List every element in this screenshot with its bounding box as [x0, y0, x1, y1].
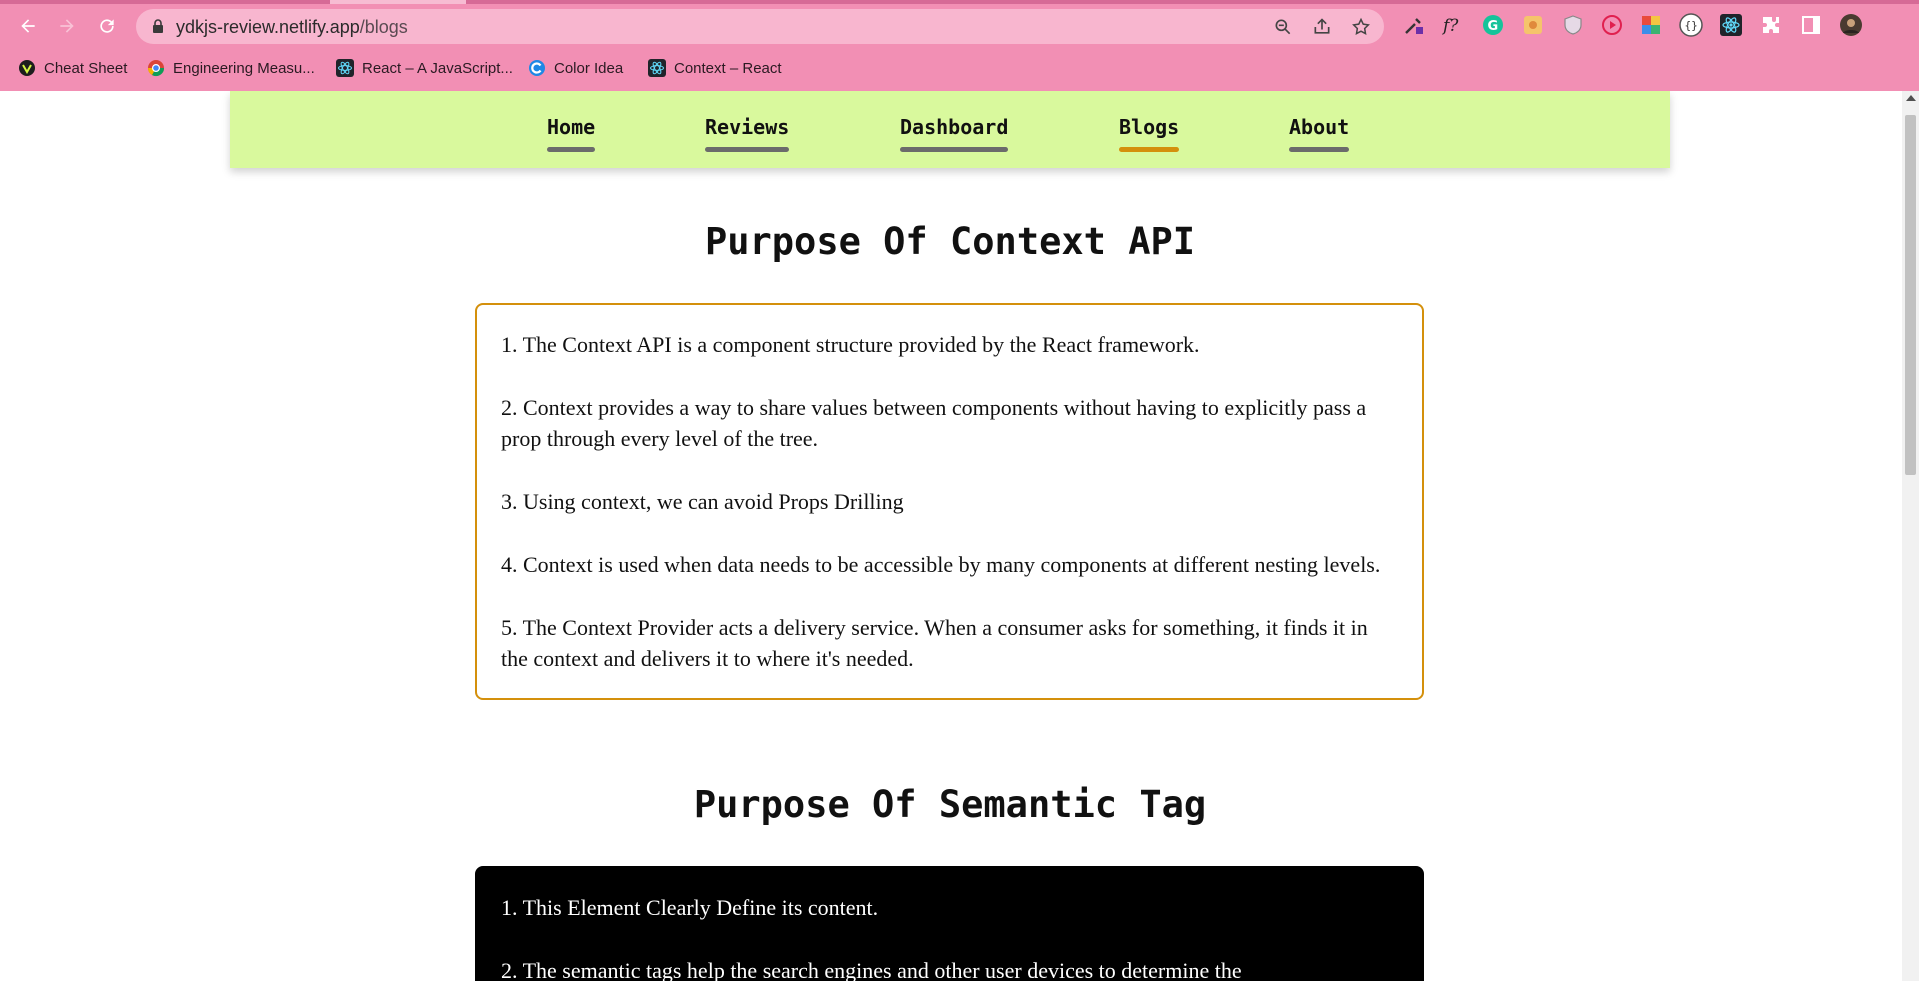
- nav-active-underline: [1119, 147, 1180, 152]
- braces-icon: {}: [1679, 13, 1703, 37]
- cheat-sheet-favicon-icon: [18, 59, 36, 77]
- active-tab-indicator[interactable]: [330, 0, 466, 4]
- puzzle-icon: [1763, 17, 1779, 33]
- svg-text:f?: f?: [1441, 16, 1459, 36]
- bookmark-label: Color Idea: [554, 59, 624, 77]
- bookmark-star-button[interactable]: [1350, 16, 1372, 38]
- nav-dashboard-label: Dashboard: [900, 115, 1009, 139]
- react-icon: [1720, 14, 1742, 36]
- nav-underline: [705, 147, 790, 152]
- nav-underline: [1289, 147, 1350, 152]
- grammarly-extension[interactable]: G: [1480, 12, 1506, 38]
- nav-dashboard-link[interactable]: Dashboard: [900, 115, 1009, 152]
- bookmark-label: Cheat Sheet: [44, 59, 128, 77]
- font-question-icon: f?: [1441, 16, 1459, 36]
- tab-strip: [0, 0, 1919, 4]
- eyedropper-extension[interactable]: [1401, 12, 1427, 38]
- url-path: /blogs: [359, 17, 408, 37]
- bookmark-label: Engineering Measu...: [173, 59, 315, 77]
- semantic-tag-title: Purpose Of Semantic Tag: [693, 783, 1207, 826]
- nav-about-label: About: [1289, 115, 1350, 139]
- nav-reviews-label: Reviews: [705, 115, 790, 139]
- bookmarks-bar: Cheat Sheet Engineering Measu... React –…: [0, 52, 1919, 82]
- context-api-point: 1. The Context API is a component struct…: [501, 332, 1200, 357]
- nav-blogs-label: Blogs: [1119, 115, 1180, 139]
- color-extension[interactable]: [1520, 12, 1546, 38]
- share-icon: [1314, 18, 1330, 34]
- svg-text:{}: {}: [1685, 19, 1698, 32]
- context-api-card: 1. The Context API is a component struct…: [475, 303, 1424, 700]
- video-extension[interactable]: [1599, 12, 1625, 38]
- semantic-tag-card: 1. This Element Clearly Define its conte…: [475, 866, 1424, 981]
- bookmark-react-js[interactable]: React – A JavaScript...: [336, 55, 513, 81]
- semantic-tag-point: 2. The semantic tags help the search eng…: [501, 958, 1242, 981]
- avatar-icon: [1840, 14, 1862, 36]
- browser-chrome: ydkjs-review.netlify.app/blogs f? G {} C…: [0, 0, 1919, 91]
- address-bar[interactable]: ydkjs-review.netlify.app/blogs: [136, 9, 1384, 44]
- back-button[interactable]: [14, 12, 42, 40]
- nav-underline: [547, 147, 596, 152]
- nav-reviews-link[interactable]: Reviews: [705, 115, 790, 152]
- scrollbar-thumb[interactable]: [1905, 115, 1916, 475]
- url-host: ydkjs-review.netlify.app: [176, 17, 360, 37]
- context-api-point: 4. Context is used when data needs to be…: [501, 552, 1381, 577]
- shield-extension[interactable]: [1560, 12, 1586, 38]
- forward-button[interactable]: [53, 12, 81, 40]
- reload-button[interactable]: [93, 12, 121, 40]
- context-api-point: 5. The Context Provider acts a delivery …: [501, 615, 1368, 671]
- star-icon: [1352, 17, 1370, 35]
- react-devtools-extension[interactable]: [1718, 12, 1744, 38]
- nav-home-link[interactable]: Home: [547, 115, 596, 152]
- bookmark-label: React – A JavaScript...: [362, 59, 513, 77]
- nav-blogs-link[interactable]: Blogs: [1119, 115, 1180, 152]
- chrome-favicon-icon: [147, 59, 165, 77]
- multicolor-extension[interactable]: [1638, 12, 1664, 38]
- back-arrow-icon: [21, 19, 35, 33]
- zoom-out-icon: [1275, 19, 1291, 35]
- context-api-point: 2. Context provides a way to share value…: [501, 395, 1367, 451]
- share-button[interactable]: [1311, 16, 1333, 38]
- shield-icon: [1564, 15, 1582, 35]
- reload-icon: [100, 19, 114, 33]
- palette-icon: [1524, 16, 1542, 34]
- scroll-up-arrow-icon[interactable]: [1906, 95, 1916, 101]
- context-api-title: Purpose Of Context API: [704, 220, 1196, 263]
- bookmark-cheat-sheet[interactable]: Cheat Sheet: [18, 55, 127, 81]
- color-grid-icon: [1642, 16, 1660, 34]
- semantic-tag-point: 1. This Element Clearly Define its conte…: [501, 895, 879, 920]
- font-extension[interactable]: f?: [1440, 12, 1466, 38]
- zoom-button[interactable]: [1272, 16, 1294, 38]
- react-favicon-icon: [336, 59, 354, 77]
- context-api-point: 3. Using context, we can avoid Props Dri…: [501, 489, 904, 514]
- play-circle-icon: [1602, 15, 1622, 35]
- lock-icon: [153, 19, 163, 33]
- nav-home-label: Home: [547, 115, 596, 139]
- json-extension[interactable]: {}: [1678, 12, 1704, 38]
- nav-underline: [900, 147, 1009, 152]
- bookmark-context-react[interactable]: Context – React: [648, 55, 782, 81]
- forward-arrow-icon: [60, 19, 74, 33]
- page-scrollbar[interactable]: [1902, 91, 1919, 981]
- side-panel-button[interactable]: [1798, 12, 1824, 38]
- grammarly-icon: G: [1483, 15, 1503, 35]
- site-navbar: Home Reviews Dashboard Blogs About: [230, 91, 1670, 168]
- bookmark-color-idea[interactable]: Color Idea: [528, 55, 623, 81]
- profile-avatar[interactable]: [1838, 12, 1864, 38]
- color-idea-favicon-icon: [528, 59, 546, 77]
- url-text: ydkjs-review.netlify.app/blogs: [176, 17, 408, 38]
- side-panel-icon: [1802, 16, 1820, 34]
- nav-about-link[interactable]: About: [1289, 115, 1350, 152]
- bookmark-label: Context – React: [674, 59, 782, 77]
- react-favicon-icon: [648, 59, 666, 77]
- bookmark-engineering[interactable]: Engineering Measu...: [147, 55, 315, 81]
- svg-text:G: G: [1488, 19, 1499, 34]
- page-viewport: Home Reviews Dashboard Blogs About Purpo…: [0, 91, 1919, 981]
- extensions-button[interactable]: [1758, 12, 1784, 38]
- eyedropper-icon: [1405, 18, 1423, 34]
